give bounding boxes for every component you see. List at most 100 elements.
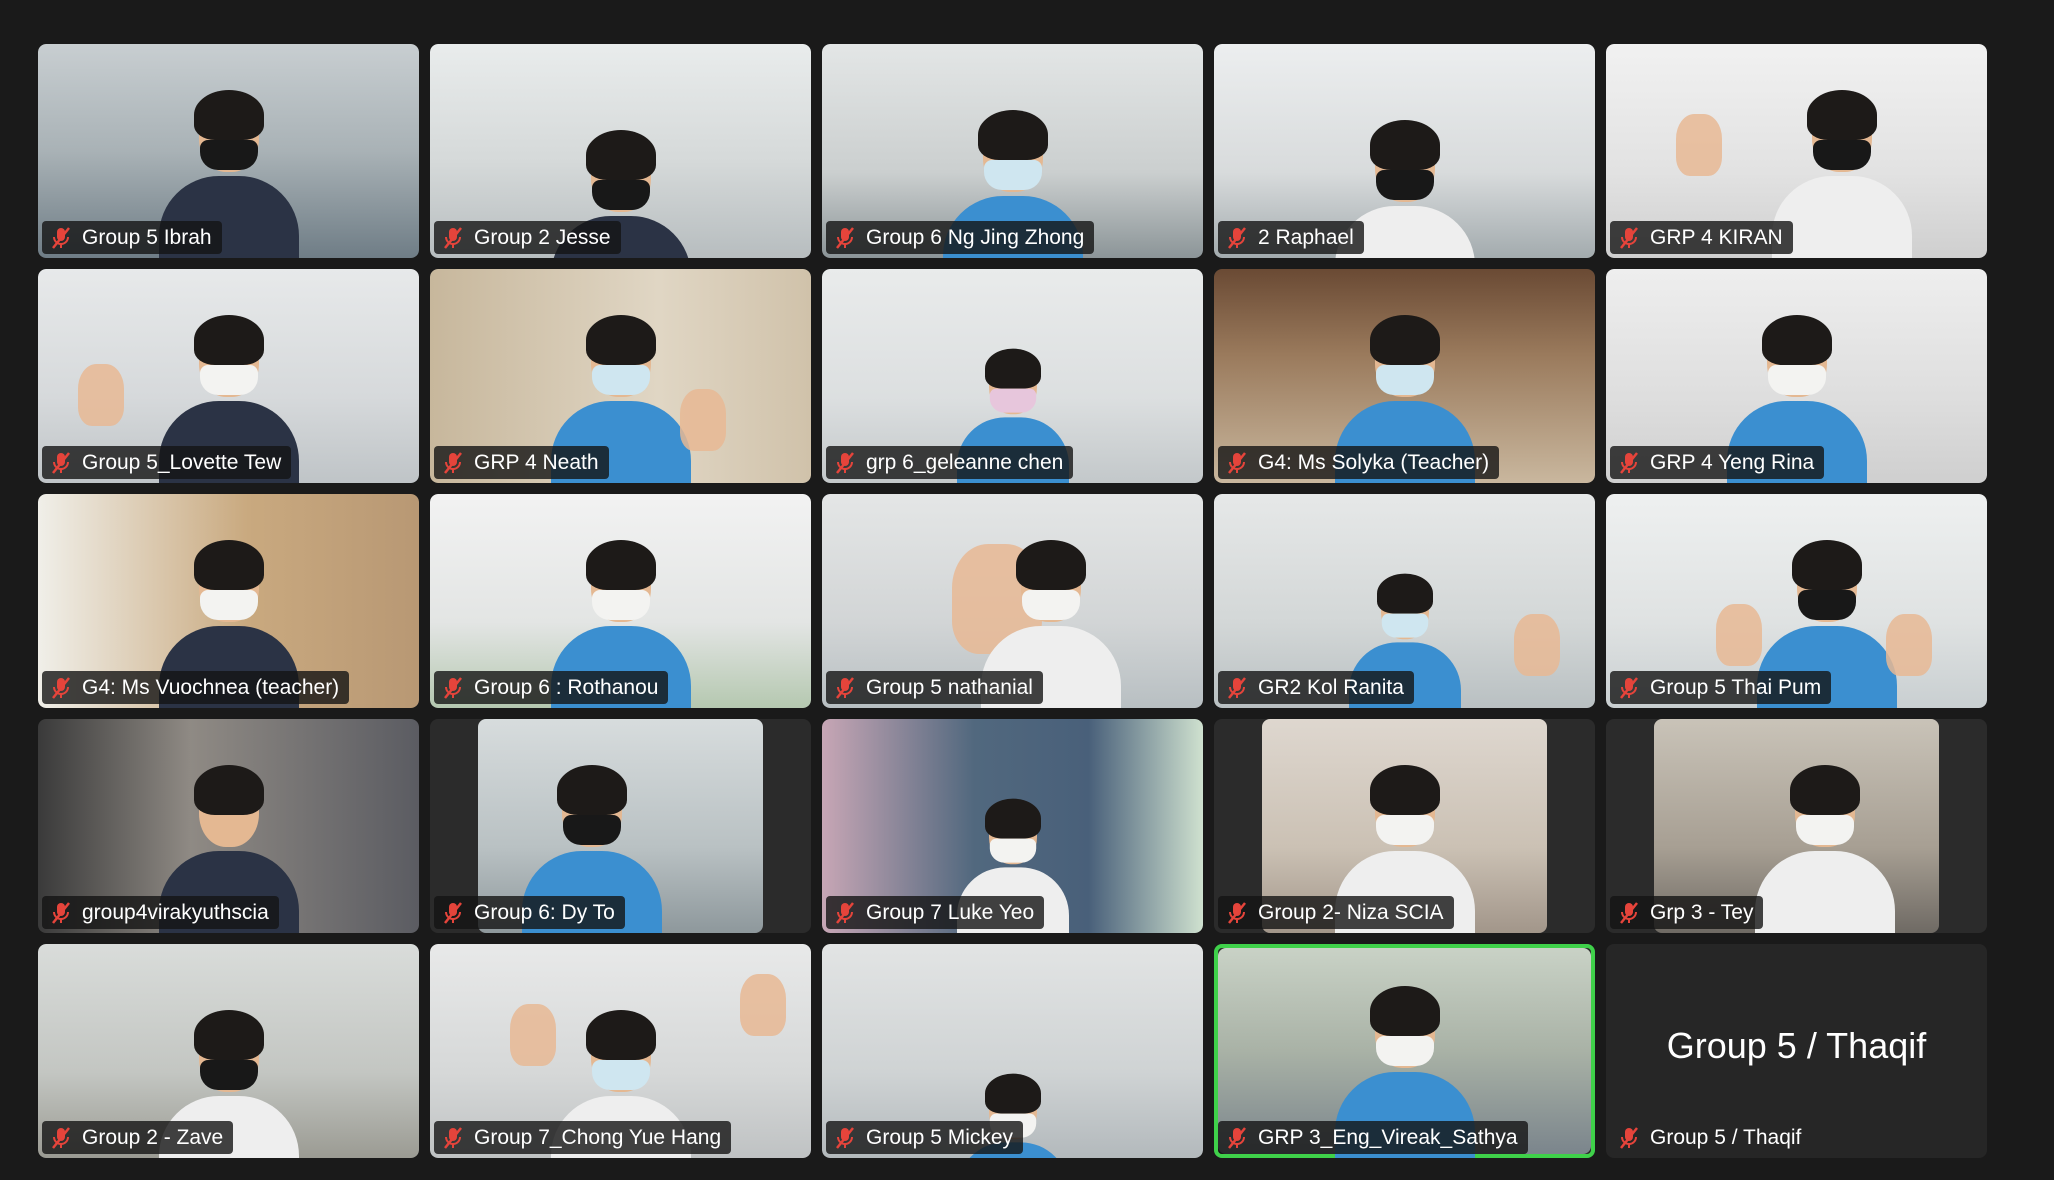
participant-name-badge: Group 5_Lovette Tew xyxy=(42,446,292,479)
participant-name: GR2 Kol Ranita xyxy=(1258,675,1404,699)
participant-name: 2 Raphael xyxy=(1258,225,1354,249)
participant-name: Group 5_Lovette Tew xyxy=(82,450,282,474)
mic-muted-icon xyxy=(52,451,70,474)
mic-muted-icon xyxy=(52,901,70,924)
participant-name-badge: Group 6 : Rothanou xyxy=(434,671,669,704)
participant-name-badge: Group 5 Ibrah xyxy=(42,221,222,254)
mic-muted-icon xyxy=(444,451,462,474)
video-grid: Group 5 Ibrah Group 2 Jesse Group 6 Ng J… xyxy=(38,44,1988,1160)
participant-name-badge: GR2 Kol Ranita xyxy=(1218,671,1414,704)
participant-name: Grp 3 - Tey xyxy=(1650,900,1754,924)
mic-muted-icon xyxy=(1228,226,1246,249)
participant-tile-video-off[interactable]: Group 5 / Thaqif Group 5 / Thaqif xyxy=(1606,944,1987,1158)
participant-name: Group 2 - Zave xyxy=(82,1125,224,1149)
participant-tile[interactable]: Group 2- Niza SCIA xyxy=(1214,719,1595,933)
participant-name-badge: GRP 4 Yeng Rina xyxy=(1610,446,1825,479)
participant-tile[interactable]: grp 6_geleanne chen xyxy=(822,269,1203,483)
participant-tile[interactable]: G4: Ms Vuochnea (teacher) xyxy=(38,494,419,708)
mic-muted-icon xyxy=(1228,676,1246,699)
participant-name-badge: G4: Ms Solyka (Teacher) xyxy=(1218,446,1500,479)
mic-muted-icon xyxy=(836,1126,854,1149)
participant-tile[interactable]: Group 7 Luke Yeo xyxy=(822,719,1203,933)
participant-name: Group 5 Ibrah xyxy=(82,225,212,249)
participant-tile[interactable]: GR2 Kol Ranita xyxy=(1214,494,1595,708)
participant-tile[interactable]: Group 5 Mickey xyxy=(822,944,1203,1158)
participant-name-badge: Group 2- Niza SCIA xyxy=(1218,896,1454,929)
participant-tile-active-speaker[interactable]: GRP 3_Eng_Vireak_Sathya xyxy=(1214,944,1595,1158)
mic-muted-icon xyxy=(444,226,462,249)
participant-name: Group 6 : Rothanou xyxy=(474,675,659,699)
participant-tile[interactable]: Group 6 : Rothanou xyxy=(430,494,811,708)
participant-tile[interactable]: Grp 3 - Tey xyxy=(1606,719,1987,933)
participant-tile[interactable]: Group 6 Ng Jing Zhong xyxy=(822,44,1203,258)
mic-muted-icon xyxy=(52,1126,70,1149)
participant-tile[interactable]: group4virakyuthscia xyxy=(38,719,419,933)
participant-name-badge: Group 5 Mickey xyxy=(826,1121,1024,1154)
participant-tile[interactable]: GRP 4 Yeng Rina xyxy=(1606,269,1987,483)
participant-name-badge: Group 2 - Zave xyxy=(42,1121,234,1154)
participant-name-badge: Group 7_Chong Yue Hang xyxy=(434,1121,732,1154)
participant-name: G4: Ms Solyka (Teacher) xyxy=(1258,450,1490,474)
participant-name: GRP 4 Neath xyxy=(474,450,599,474)
participant-name-badge: Group 2 Jesse xyxy=(434,221,621,254)
participant-name-badge: Group 6 Ng Jing Zhong xyxy=(826,221,1095,254)
participant-name: Group 7_Chong Yue Hang xyxy=(474,1125,722,1149)
participant-tile[interactable]: Group 7_Chong Yue Hang xyxy=(430,944,811,1158)
mic-muted-icon xyxy=(444,676,462,699)
participant-name: GRP 3_Eng_Vireak_Sathya xyxy=(1258,1125,1518,1149)
participant-name-badge: GRP 4 Neath xyxy=(434,446,609,479)
participant-tile[interactable]: Group 5_Lovette Tew xyxy=(38,269,419,483)
participant-name: GRP 4 KIRAN xyxy=(1650,225,1783,249)
participant-name: Group 7 Luke Yeo xyxy=(866,900,1035,924)
participant-name-badge: Group 6: Dy To xyxy=(434,896,625,929)
participant-name: grp 6_geleanne chen xyxy=(866,450,1064,474)
mic-muted-icon xyxy=(52,226,70,249)
participant-tile[interactable]: G4: Ms Solyka (Teacher) xyxy=(1214,269,1595,483)
participant-name-badge: Grp 3 - Tey xyxy=(1610,896,1764,929)
participant-name-badge: grp 6_geleanne chen xyxy=(826,446,1074,479)
participant-name: group4virakyuthscia xyxy=(82,900,269,924)
participant-name: Group 5 / Thaqif xyxy=(1650,1125,1802,1149)
participant-tile[interactable]: Group 2 - Zave xyxy=(38,944,419,1158)
participant-name: GRP 4 Yeng Rina xyxy=(1650,450,1815,474)
mic-muted-icon xyxy=(1228,901,1246,924)
mic-muted-icon xyxy=(836,676,854,699)
participant-name: G4: Ms Vuochnea (teacher) xyxy=(82,675,340,699)
mic-muted-icon xyxy=(52,676,70,699)
mic-muted-icon xyxy=(1228,1126,1246,1149)
participant-tile[interactable]: 2 Raphael xyxy=(1214,44,1595,258)
mic-muted-icon xyxy=(1228,451,1246,474)
mic-muted-icon xyxy=(836,226,854,249)
mic-muted-icon xyxy=(444,1126,462,1149)
participant-name-badge: Group 5 nathanial xyxy=(826,671,1043,704)
participant-tile[interactable]: Group 5 Ibrah xyxy=(38,44,419,258)
participant-name-badge: 2 Raphael xyxy=(1218,221,1364,254)
participant-name-badge: G4: Ms Vuochnea (teacher) xyxy=(42,671,350,704)
mic-muted-icon xyxy=(1620,451,1638,474)
participant-name-badge: GRP 4 KIRAN xyxy=(1610,221,1793,254)
mic-muted-icon xyxy=(836,901,854,924)
participant-name-badge: Group 5 / Thaqif xyxy=(1610,1121,1811,1154)
participant-name: Group 6 Ng Jing Zhong xyxy=(866,225,1085,249)
participant-tile[interactable]: Group 5 nathanial xyxy=(822,494,1203,708)
participant-tile[interactable]: Group 6: Dy To xyxy=(430,719,811,933)
participant-name: Group 5 Thai Pum xyxy=(1650,675,1822,699)
mic-muted-icon xyxy=(1620,1126,1638,1149)
participant-name: Group 6: Dy To xyxy=(474,900,615,924)
participant-name: Group 2 Jesse xyxy=(474,225,611,249)
participant-tile[interactable]: GRP 4 KIRAN xyxy=(1606,44,1987,258)
participant-name-badge: Group 5 Thai Pum xyxy=(1610,671,1832,704)
participant-name: Group 2- Niza SCIA xyxy=(1258,900,1444,924)
participant-name-badge: GRP 3_Eng_Vireak_Sathya xyxy=(1218,1121,1528,1154)
participant-name-badge: Group 7 Luke Yeo xyxy=(826,896,1045,929)
participant-tile[interactable]: GRP 4 Neath xyxy=(430,269,811,483)
participant-name: Group 5 Mickey xyxy=(866,1125,1014,1149)
participant-name-badge: group4virakyuthscia xyxy=(42,896,279,929)
mic-muted-icon xyxy=(1620,676,1638,699)
mic-muted-icon xyxy=(1620,901,1638,924)
participant-figure xyxy=(1750,763,1900,933)
participant-tile[interactable]: Group 5 Thai Pum xyxy=(1606,494,1987,708)
mic-muted-icon xyxy=(1620,226,1638,249)
participant-tile[interactable]: Group 2 Jesse xyxy=(430,44,811,258)
participant-name: Group 5 nathanial xyxy=(866,675,1033,699)
